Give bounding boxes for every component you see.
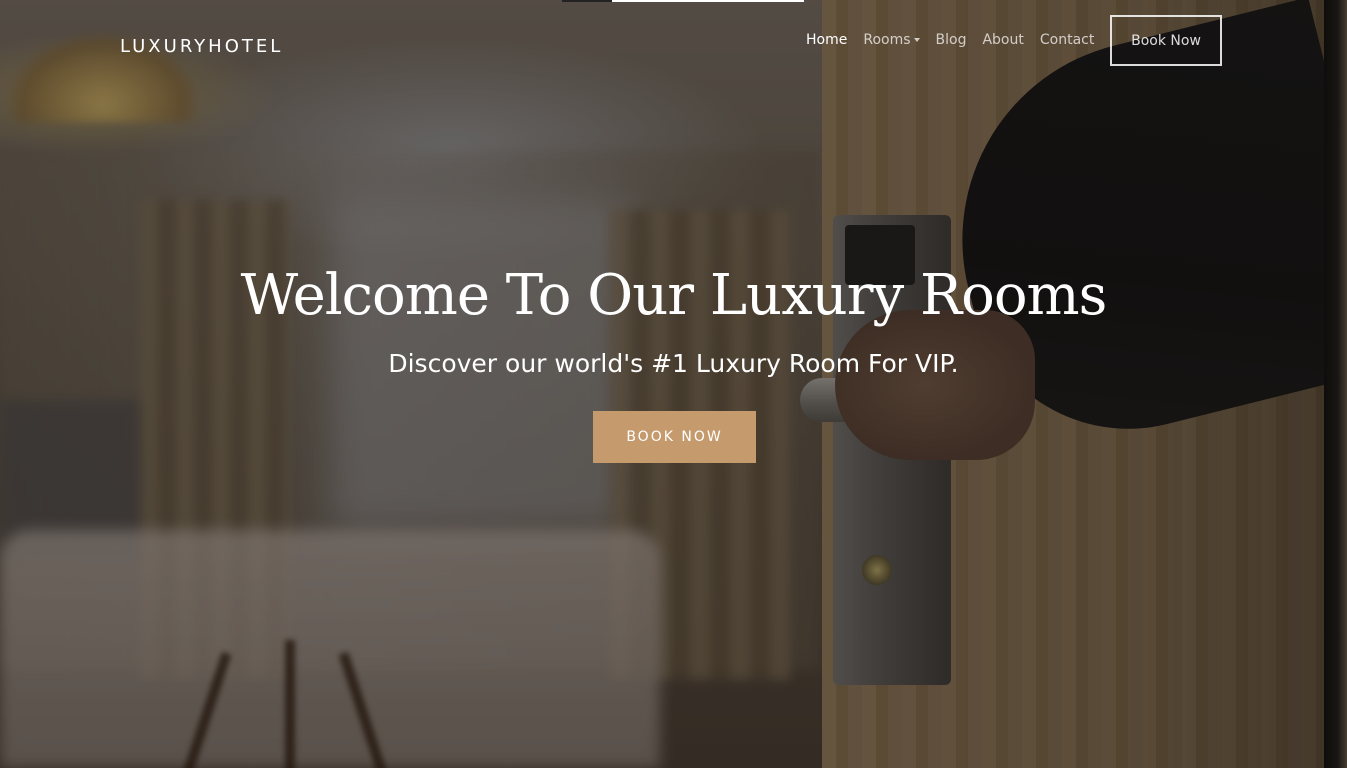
nav-item-label: Rooms <box>863 32 911 48</box>
top-strip-fill <box>612 0 804 2</box>
nav-item-home[interactable]: Home <box>806 31 855 49</box>
hero-background <box>0 0 1347 768</box>
dark-overlay <box>0 0 1347 768</box>
caret-down-icon <box>913 38 920 42</box>
nav-item-contact[interactable]: Contact <box>1032 31 1102 49</box>
hero-title: Welcome To Our Luxury Rooms <box>240 263 1108 328</box>
nav-item-label: Contact <box>1039 32 1095 48</box>
nav-item-label: Home <box>806 32 848 48</box>
nav-item-label: Blog <box>935 32 967 48</box>
main-nav: Home Rooms Blog About Contact <box>806 31 1102 49</box>
nav-item-blog[interactable]: Blog <box>928 31 975 49</box>
hero-book-now-button[interactable]: BOOK NOW <box>593 411 756 463</box>
nav-item-label: About <box>982 32 1024 48</box>
nav-book-now-button[interactable]: Book Now <box>1110 15 1222 66</box>
nav-item-rooms[interactable]: Rooms <box>855 31 927 49</box>
brand-logo[interactable]: LUXURYHOTEL <box>120 36 283 57</box>
hero-subtitle: Discover our world's #1 Luxury Room For … <box>388 349 959 378</box>
nav-item-about[interactable]: About <box>974 31 1031 49</box>
